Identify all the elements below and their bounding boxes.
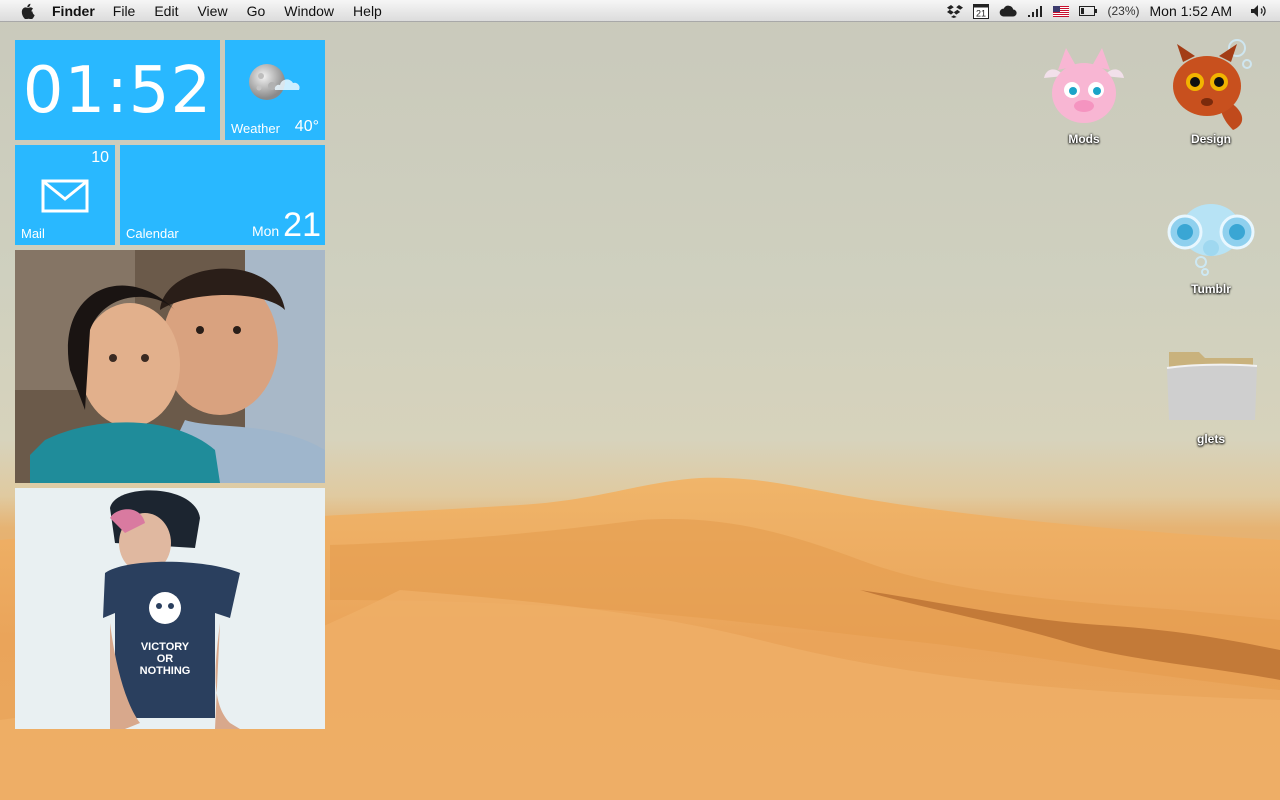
menu-bar: Finder File Edit View Go Window Help 21 … — [0, 0, 1280, 22]
desktop-icon-glets[interactable]: glets — [1161, 336, 1261, 446]
clock-time: 01:52 — [22, 54, 213, 128]
shirt-text-line-3: NOTHING — [140, 665, 191, 677]
desktop-icon-design[interactable]: Design — [1161, 36, 1261, 146]
photo-tile-portrait[interactable]: VICTORY OR NOTHING — [15, 488, 325, 729]
desktop-icon-mods[interactable]: Mods — [1034, 36, 1134, 146]
menu-edit[interactable]: Edit — [154, 0, 178, 22]
weather-tile[interactable]: Weather 40° — [225, 40, 325, 140]
menubar-clock[interactable]: Mon 1:52 AM — [1150, 3, 1233, 19]
shirt-text-line-2: OR — [157, 653, 174, 665]
calendar-icon[interactable]: 21 — [973, 3, 990, 19]
desktop-icon-label: glets — [1196, 432, 1225, 446]
calendar-icon-day: 21 — [976, 8, 986, 18]
dropbox-icon[interactable] — [947, 4, 964, 18]
portrait-photo-image: VICTORY OR NOTHING — [15, 488, 325, 729]
moon-cloud-icon — [245, 60, 307, 109]
photo-tile-couple[interactable] — [15, 250, 325, 483]
mail-count-badge: 10 — [91, 149, 109, 166]
pink-cat-icon — [1034, 36, 1134, 136]
mail-envelope-icon — [41, 179, 89, 218]
red-goldfish-icon — [1161, 36, 1261, 136]
apple-menu-icon[interactable] — [18, 0, 38, 22]
signal-bars-icon[interactable] — [1027, 5, 1043, 17]
weather-temp: 40° — [294, 118, 319, 135]
app-menu-finder[interactable]: Finder — [52, 0, 95, 22]
battery-percent[interactable]: (23%) — [1107, 4, 1139, 18]
couple-photo-image — [15, 250, 325, 483]
battery-icon[interactable] — [1079, 6, 1098, 16]
us-flag-input-icon[interactable] — [1053, 5, 1070, 17]
mail-tile[interactable]: 10 Mail — [15, 145, 115, 245]
shirt-text-line-1: VICTORY — [141, 641, 190, 653]
desktop-icon-tumblr[interactable]: Tumblr — [1161, 186, 1261, 296]
calendar-day-number: 21 — [283, 206, 321, 244]
folder-icon — [1161, 336, 1261, 436]
calendar-label: Calendar — [126, 226, 179, 241]
menu-go[interactable]: Go — [247, 0, 266, 22]
volume-icon[interactable] — [1250, 4, 1268, 18]
clock-tile[interactable]: 01:52 — [15, 40, 220, 140]
cloud-icon[interactable] — [999, 5, 1018, 17]
blue-bubble-creature-icon — [1161, 186, 1261, 286]
calendar-day-of-week: Mon — [251, 223, 280, 239]
mail-label: Mail — [21, 226, 45, 241]
menu-window[interactable]: Window — [284, 0, 334, 22]
menu-file[interactable]: File — [113, 0, 136, 22]
menu-help[interactable]: Help — [353, 0, 382, 22]
calendar-tile[interactable]: Calendar Mon 21 — [120, 145, 325, 245]
weather-label: Weather — [231, 121, 280, 136]
desktop-icon-label: Design — [1190, 132, 1231, 146]
desktop-icon-label: Tumblr — [1191, 282, 1231, 296]
menu-view[interactable]: View — [197, 0, 227, 22]
desktop-icon-label: Mods — [1068, 132, 1100, 146]
